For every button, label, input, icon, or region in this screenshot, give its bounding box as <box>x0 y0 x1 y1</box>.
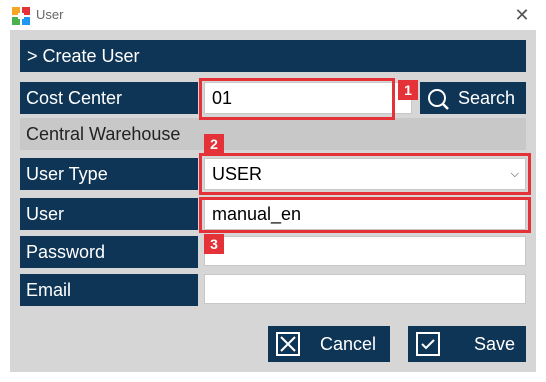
annotation-badge-1: 1 <box>398 80 418 100</box>
app-logo-icon <box>12 7 30 25</box>
search-button-label: Search <box>458 88 516 108</box>
window-title: User <box>36 7 64 22</box>
annotation-box-3 <box>199 197 531 233</box>
annotation-badge-2: 2 <box>204 134 224 154</box>
window-titlebar <box>0 0 546 30</box>
user-type-label: User Type <box>20 158 198 190</box>
cancel-x-icon <box>276 332 300 356</box>
section-header: > Create User <box>20 40 526 72</box>
save-button-label: Save <box>474 334 516 354</box>
close-icon[interactable]: ✕ <box>510 3 534 27</box>
email-input[interactable] <box>204 274 526 304</box>
cancel-button-label: Cancel <box>320 334 377 354</box>
password-label: Password <box>20 236 198 268</box>
save-button[interactable]: Save <box>408 326 526 362</box>
cost-center-label: Cost Center <box>20 82 198 114</box>
cancel-button[interactable]: Cancel <box>268 326 390 362</box>
warehouse-name: Central Warehouse <box>20 118 526 150</box>
email-label: Email <box>20 274 198 306</box>
annotation-box-2 <box>199 153 531 195</box>
annotation-box-1 <box>199 78 395 120</box>
search-button[interactable]: Search <box>420 82 526 114</box>
save-check-icon <box>416 332 440 356</box>
user-label: User <box>20 198 198 230</box>
search-icon <box>428 89 449 110</box>
annotation-badge-3: 3 <box>204 234 224 254</box>
password-input[interactable] <box>204 236 526 266</box>
